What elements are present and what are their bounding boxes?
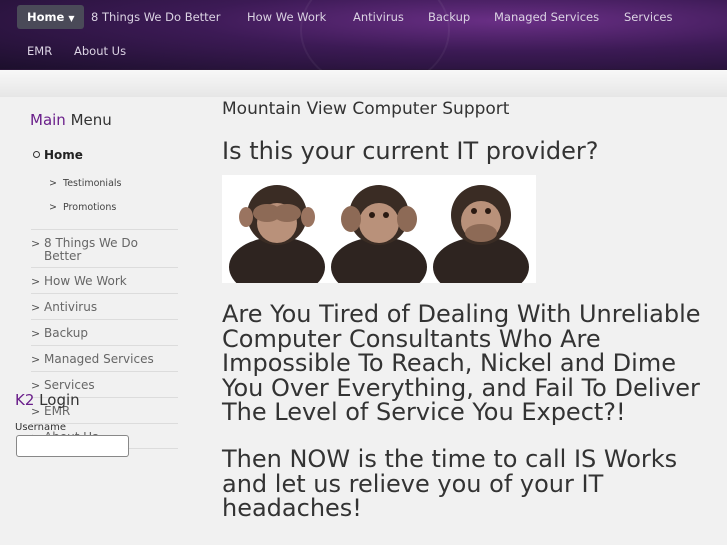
intro-paragraph: Are You Tired of Dealing With Unreliable…: [222, 300, 701, 426]
chevron-right-icon: >: [31, 301, 41, 314]
header-band: [0, 70, 727, 97]
nav-emr[interactable]: EMR: [27, 44, 52, 58]
main-menu-title: Main Menu: [30, 111, 112, 129]
bullet-icon: [33, 151, 40, 158]
chevron-right-icon: >: [31, 327, 41, 340]
login-title: K2 Login: [15, 391, 80, 409]
chevron-right-icon: >: [31, 353, 41, 366]
chevron-down-icon: ▼: [68, 14, 75, 23]
nav-about-us[interactable]: About Us: [74, 44, 126, 58]
headline: Is this your current IT provider?: [222, 137, 599, 165]
nav-backup[interactable]: Backup: [428, 10, 470, 24]
username-label: Username: [15, 422, 66, 433]
sidebar-item-how-we-work[interactable]: > How We Work: [31, 267, 178, 288]
call-to-action-paragraph: Then NOW is the time to call IS Works an…: [222, 445, 678, 522]
three-monkeys-image: [222, 175, 536, 283]
nav-services[interactable]: Services: [624, 10, 673, 24]
top-navigation: Home ▼ 8 Things We Do Better How We Work …: [0, 0, 727, 90]
sidebar-item-services[interactable]: > Services: [31, 371, 178, 392]
sidebar-item-managed-services[interactable]: > Managed Services: [31, 345, 178, 366]
chevron-right-icon: >: [31, 237, 41, 250]
nav-antivirus[interactable]: Antivirus: [353, 10, 404, 24]
sidebar: Main Menu Home > Testimonials > Promotio…: [0, 97, 200, 545]
sidebar-item-backup[interactable]: > Backup: [31, 319, 178, 340]
sidebar-item-8-things[interactable]: >8 Things We Do Better: [31, 229, 178, 263]
username-input[interactable]: [16, 435, 129, 457]
nav-managed-services[interactable]: Managed Services: [494, 10, 599, 24]
nav-home[interactable]: Home ▼: [17, 5, 85, 29]
sidebar-subitem-promotions[interactable]: > Promotions: [49, 202, 116, 213]
chevron-right-icon: >: [31, 275, 41, 288]
nav-8-things[interactable]: 8 Things We Do Better: [91, 10, 220, 24]
sidebar-item-home[interactable]: Home: [33, 148, 83, 162]
sidebar-subitem-testimonials[interactable]: > Testimonials: [49, 178, 121, 189]
sidebar-item-antivirus[interactable]: > Antivirus: [31, 293, 178, 314]
site-title: Mountain View Computer Support: [222, 99, 510, 119]
nav-how-we-work[interactable]: How We Work: [247, 10, 326, 24]
